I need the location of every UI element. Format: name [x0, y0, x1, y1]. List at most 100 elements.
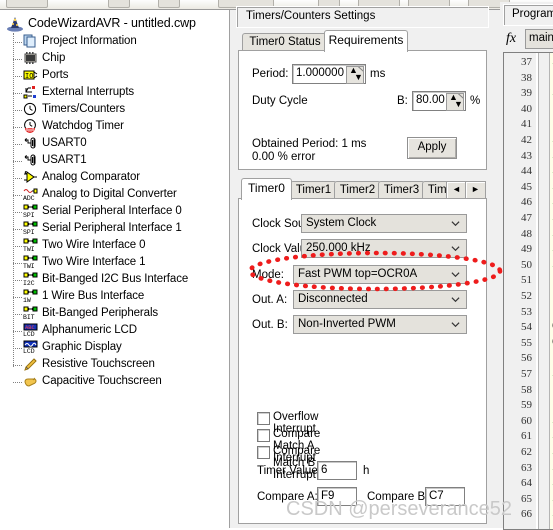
sidebar-item-label: Alphanumeric LCD [42, 324, 137, 336]
sidebar-item-label: Bit-Banged I2C Bus Interface [42, 273, 189, 285]
line-number: 62 [521, 446, 532, 458]
toolbar-button[interactable] [108, 0, 130, 8]
onewire-icon: 1W [23, 289, 38, 304]
tab-timer2[interactable]: Timer2 [334, 181, 381, 199]
chevron-down-icon [451, 246, 460, 252]
chevron-down-icon [451, 221, 460, 227]
line-number: 48 [521, 227, 532, 240]
line-number: 39 [521, 87, 532, 100]
clock-value-dropdown[interactable]: 250.000 kHz [301, 239, 467, 258]
duty-b-spinner[interactable]: ▲ ▼ [446, 93, 464, 111]
tree-branch [13, 76, 22, 77]
sidebar-item-label: USART0 [42, 137, 87, 149]
chevron-down-icon [451, 297, 460, 303]
sidebar-item-label: Graphic Display [42, 341, 122, 353]
line-number: 50 [521, 258, 532, 271]
clock-source-dropdown[interactable]: System Clock [301, 214, 467, 233]
timer0-tab-body: Clock Source: System Clock Clock Value: … [238, 198, 487, 524]
clock-source-value: System Clock [306, 217, 377, 229]
tab-requirements[interactable]: Requirements [324, 30, 408, 52]
line-number: 66 [521, 508, 532, 521]
tab-timer3[interactable]: Timer3 [378, 181, 425, 199]
spinner-down-arrow[interactable]: ▼ [354, 73, 363, 82]
program-preview-panel: Program P fx main 37 38 39 40 41 42 43 44 45 46 47… [500, 2, 553, 530]
period-value: 1.000000 [296, 67, 344, 79]
svg-text:LCD: LCD [23, 331, 35, 337]
tree-branch [13, 246, 22, 247]
watermark: CSDN @perseverance52 [286, 498, 512, 520]
comparator-icon [23, 170, 38, 184]
chevron-down-icon [451, 322, 460, 328]
program-group-header: Program P [503, 4, 553, 26]
apply-button[interactable]: Apply [407, 137, 457, 159]
sidebar-item-label: Two Wire Interface 0 [42, 239, 146, 251]
period-label: Period: [252, 68, 289, 80]
tree-branch [13, 127, 22, 128]
toolbar-button[interactable] [158, 0, 180, 8]
requirements-tab-body: Period: 1.000000 ▲ ▼ ms Duty Cycle B: 80… [238, 50, 487, 170]
project-tree[interactable]: CodeWizardAVR - untitled.cwp Project Inf… [0, 10, 230, 528]
out-a-dropdown[interactable]: Disconnected [293, 290, 467, 309]
tree-connector [13, 33, 14, 367]
code-editor[interactable]: 37 38 39 40 41 42 43 44 45 46 47 48 49 50 51 52 53 54 55 56… [503, 52, 553, 530]
fold-margin[interactable] [538, 53, 550, 529]
toolbar-button[interactable] [6, 0, 48, 8]
tree-branch [13, 212, 22, 213]
tree-branch [13, 178, 22, 179]
overflow-interrupt-checkbox[interactable] [257, 412, 270, 425]
period-spinner[interactable]: ▲ ▼ [346, 66, 364, 84]
compare-match-b-interrupt-checkbox[interactable] [257, 446, 270, 459]
spi-icon: SPI [23, 221, 38, 236]
line-number: 54 [521, 321, 532, 334]
tab-label: Timer3 [383, 184, 420, 196]
timer-tabstrip[interactable]: Timer0 Timer1 Timer2 Timer3 Timer4 ◄ [238, 178, 487, 200]
scroll-left-icon: ◄ [452, 184, 461, 194]
line-number: 43 [521, 149, 532, 162]
sidebar-item-label: Project Information [42, 35, 137, 47]
line-number: 63 [521, 461, 532, 474]
scope-label: main [529, 32, 553, 44]
out-b-label: Out. B: [252, 319, 288, 331]
requirements-tabstrip[interactable]: Timer0 Status Requirements [238, 30, 487, 52]
line-number: 45 [521, 180, 532, 193]
line-number-gutter: 37 38 39 40 41 42 43 44 45 46 47 48 49 50 51 52 53 54 55 56… [504, 53, 536, 529]
sidebar-item-label: Bit-Banged Peripherals [42, 307, 159, 319]
tab-timer1[interactable]: Timer1 [290, 181, 337, 199]
out-b-value: Non-Inverted PWM [298, 318, 396, 330]
io-ports-icon: IO [23, 68, 38, 82]
duty-b-value: 80.00 [416, 94, 445, 106]
line-number: 46 [521, 196, 532, 209]
period-input[interactable]: 1.000000 ▲ ▼ [292, 64, 366, 84]
mode-value: Fast PWM top=OCR0A [298, 268, 418, 280]
tree-branch [13, 382, 22, 383]
svg-text:IO: IO [25, 73, 33, 81]
sidebar-item-label: USART1 [42, 154, 87, 166]
line-number: 65 [521, 492, 532, 505]
mode-label: Mode: [252, 269, 284, 281]
mode-dropdown[interactable]: Fast PWM top=OCR0A [293, 265, 467, 284]
tree-root-label: CodeWizardAVR - untitled.cwp [28, 16, 196, 30]
compare-match-a-interrupt-checkbox[interactable] [257, 429, 270, 442]
tree-branch [13, 195, 22, 196]
adc-icon: ADC [23, 187, 38, 202]
tree-branch [13, 59, 22, 60]
tab-label: Requirements [328, 33, 404, 47]
sidebar-item-label: Two Wire Interface 1 [42, 256, 146, 268]
tab-timer0[interactable]: Timer0 [241, 178, 292, 200]
line-number: 38 [521, 71, 532, 84]
timer-value-input[interactable]: 6 [317, 461, 357, 480]
timer-config-group: Timer0 Timer1 Timer2 Timer3 Timer4 ◄ [238, 178, 487, 524]
clock-icon [23, 102, 38, 116]
error-text: 0.00 % error [252, 151, 316, 163]
out-b-dropdown[interactable]: Non-Inverted PWM [293, 315, 467, 334]
duty-b-label: B: [397, 95, 408, 107]
duty-b-input[interactable]: 80.00 ▲ ▼ [412, 91, 466, 111]
settings-group-title: Timers/Counters Settings [246, 10, 376, 22]
scope-selector[interactable]: main [525, 29, 553, 49]
line-number: 49 [521, 243, 532, 256]
function-icon: fx [506, 31, 517, 46]
tab-label: Timer0 Status [249, 36, 321, 48]
spinner-down-arrow[interactable]: ▼ [454, 100, 463, 109]
tab-timer0-status[interactable]: Timer0 Status [242, 33, 328, 51]
chevron-down-icon [451, 272, 460, 278]
